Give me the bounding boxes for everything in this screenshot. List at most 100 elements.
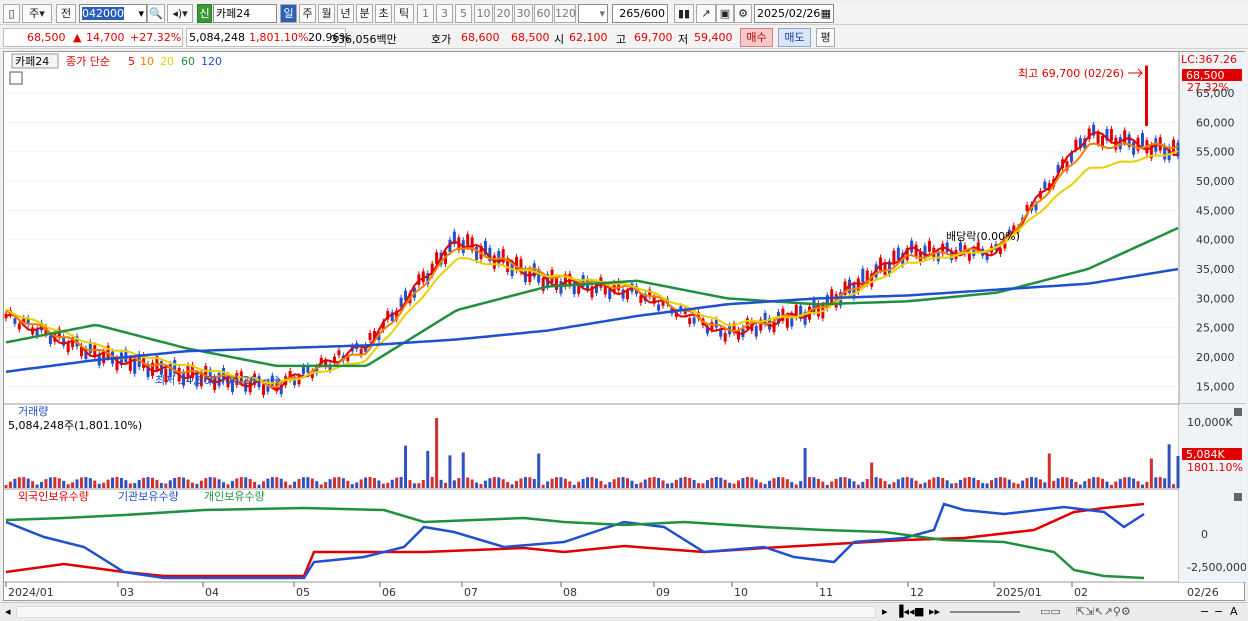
volume-bar bbox=[226, 484, 230, 488]
volume-bar bbox=[1083, 481, 1087, 488]
holdings-close-icon[interactable] bbox=[1234, 493, 1242, 501]
interval-20-button[interactable]: 20 bbox=[494, 4, 513, 23]
volume-bar bbox=[577, 481, 581, 488]
sell-button[interactable]: 매도 bbox=[778, 28, 811, 47]
draw-tool-icon[interactable]: ↗ bbox=[696, 4, 716, 23]
scroll-left-icon[interactable]: ◂ bbox=[5, 605, 11, 618]
volume-bar bbox=[599, 481, 603, 488]
forward-icon[interactable]: ▸▸ bbox=[929, 605, 940, 618]
volume-bar bbox=[439, 479, 443, 488]
low-label: 저 bbox=[678, 33, 689, 46]
market-mode-select[interactable]: 주▾ bbox=[22, 4, 52, 23]
volume-bar bbox=[57, 478, 61, 488]
search-icon[interactable]: 🔍 bbox=[147, 4, 165, 23]
display-count-input[interactable]: 265/600 bbox=[612, 4, 668, 23]
volume-bar bbox=[1007, 479, 1011, 488]
chart-svg: 카페24 종가 단순 5 10 20 60 120 최고 69,700 (02/… bbox=[4, 52, 1247, 599]
rewind-icon[interactable]: ▐◂◂ bbox=[895, 605, 915, 618]
x-axis-label: 09 bbox=[656, 586, 670, 599]
period-month-tab[interactable]: 월 bbox=[318, 4, 335, 23]
volume-value: 5,084,248 bbox=[189, 31, 245, 44]
layout-icon[interactable]: ▭▭ bbox=[1040, 605, 1061, 618]
interval-10-button[interactable]: 10 bbox=[474, 4, 493, 23]
stock-code-value: 042000 bbox=[82, 7, 124, 20]
volume-bar bbox=[324, 482, 328, 488]
volume-bar bbox=[261, 481, 265, 488]
interval-custom-select[interactable]: ▾ bbox=[578, 4, 608, 23]
interval-120-button[interactable]: 120 bbox=[554, 4, 576, 23]
period-second-tab[interactable]: 초 bbox=[375, 4, 392, 23]
candle bbox=[967, 252, 971, 261]
scroll-track[interactable] bbox=[16, 606, 876, 618]
volume-bar bbox=[475, 482, 479, 488]
speaker-icon[interactable]: ◂)▾ bbox=[167, 4, 193, 23]
interval-30-button[interactable]: 30 bbox=[514, 4, 533, 23]
x-axis-label: 02 bbox=[1074, 586, 1088, 599]
x-axis-right-label: 02/26 bbox=[1187, 586, 1219, 599]
volume-bar bbox=[430, 477, 434, 488]
zoom-in-icon[interactable]: − bbox=[1214, 605, 1223, 618]
price-change: 14,700 bbox=[86, 31, 125, 44]
chart-scrollbar[interactable]: ◂ ▸ ▐◂◂ ■ ▸▸ ▭▭ ⇱⇲↖↗⚲⚙ − − A bbox=[0, 602, 1248, 621]
scroll-right-icon[interactable]: ▸ bbox=[882, 605, 888, 618]
date-input[interactable]: 2025/02/26 ▦ bbox=[754, 4, 834, 23]
zoom-out-icon[interactable]: − bbox=[1200, 605, 1209, 618]
stock-code-input[interactable]: 042000 ▾ bbox=[79, 4, 147, 23]
volume-bar bbox=[692, 480, 696, 488]
volume-bar bbox=[1056, 478, 1060, 488]
volume-bar bbox=[910, 478, 914, 488]
stock-name-field[interactable]: 카페24 bbox=[213, 4, 277, 23]
volume-bar bbox=[1096, 477, 1100, 488]
period-tick-tab[interactable]: 틱 bbox=[394, 4, 414, 23]
volume-bar bbox=[1118, 478, 1122, 488]
volume-bar bbox=[1172, 484, 1176, 488]
window-menu-icon[interactable]: ▯ bbox=[3, 4, 20, 23]
volume-close-icon[interactable] bbox=[1234, 408, 1242, 416]
volume-bar bbox=[515, 481, 519, 488]
volume-bar bbox=[954, 482, 958, 488]
bid-price: 68,500 bbox=[511, 31, 550, 44]
volume-bar bbox=[581, 478, 585, 488]
price-axis-tick: 35,000 bbox=[1196, 263, 1235, 276]
volume-bar bbox=[1149, 458, 1153, 488]
volume-bar bbox=[75, 479, 79, 488]
stop-icon[interactable]: ■ bbox=[914, 605, 924, 618]
volume-bar bbox=[830, 481, 834, 488]
candle bbox=[754, 325, 758, 337]
grid-toggle-icon[interactable] bbox=[9, 71, 23, 85]
volume-bar bbox=[586, 477, 590, 488]
volume-bar bbox=[182, 477, 186, 488]
interval-5-button[interactable]: 5 bbox=[455, 4, 472, 23]
candle bbox=[492, 255, 496, 269]
gear-icon[interactable]: ⚙ bbox=[734, 4, 752, 23]
save-icon[interactable]: ▣ bbox=[716, 4, 734, 23]
candle-icon[interactable]: ▮▮ bbox=[674, 4, 694, 23]
tool-icons[interactable]: ⇱⇲↖↗⚲⚙ bbox=[1076, 605, 1131, 618]
interval-1-button[interactable]: 1 bbox=[417, 4, 434, 23]
period-day-tab[interactable]: 일 bbox=[280, 4, 297, 23]
chart-area[interactable]: 카페24 종가 단순 5 10 20 60 120 최고 69,700 (02/… bbox=[3, 51, 1247, 601]
volume-bar bbox=[768, 480, 772, 488]
volume-bar bbox=[26, 478, 30, 488]
volume-bar bbox=[652, 477, 656, 488]
period-week-tab[interactable]: 주 bbox=[299, 4, 316, 23]
period-minute-tab[interactable]: 분 bbox=[356, 4, 373, 23]
volume-bar bbox=[1109, 484, 1113, 488]
buy-button[interactable]: 매수 bbox=[740, 28, 773, 47]
volume-bar bbox=[488, 478, 492, 488]
font-size-icon[interactable]: A bbox=[1230, 605, 1238, 618]
volume-bar bbox=[590, 477, 594, 488]
eval-button[interactable]: 평 bbox=[816, 28, 835, 47]
volume-bar bbox=[35, 484, 39, 488]
volume-bar bbox=[1016, 483, 1020, 488]
volume-bar bbox=[248, 479, 252, 488]
interval-60-button[interactable]: 60 bbox=[534, 4, 553, 23]
candle bbox=[692, 317, 696, 324]
interval-3-button[interactable]: 3 bbox=[436, 4, 453, 23]
volume-bar bbox=[1065, 477, 1069, 488]
period-year-tab[interactable]: 년 bbox=[337, 4, 354, 23]
scope-button[interactable]: 전 bbox=[56, 4, 76, 23]
display-count-total: /600 bbox=[640, 7, 665, 20]
zoom-slider[interactable] bbox=[950, 611, 1020, 613]
volume-bar bbox=[284, 481, 288, 488]
